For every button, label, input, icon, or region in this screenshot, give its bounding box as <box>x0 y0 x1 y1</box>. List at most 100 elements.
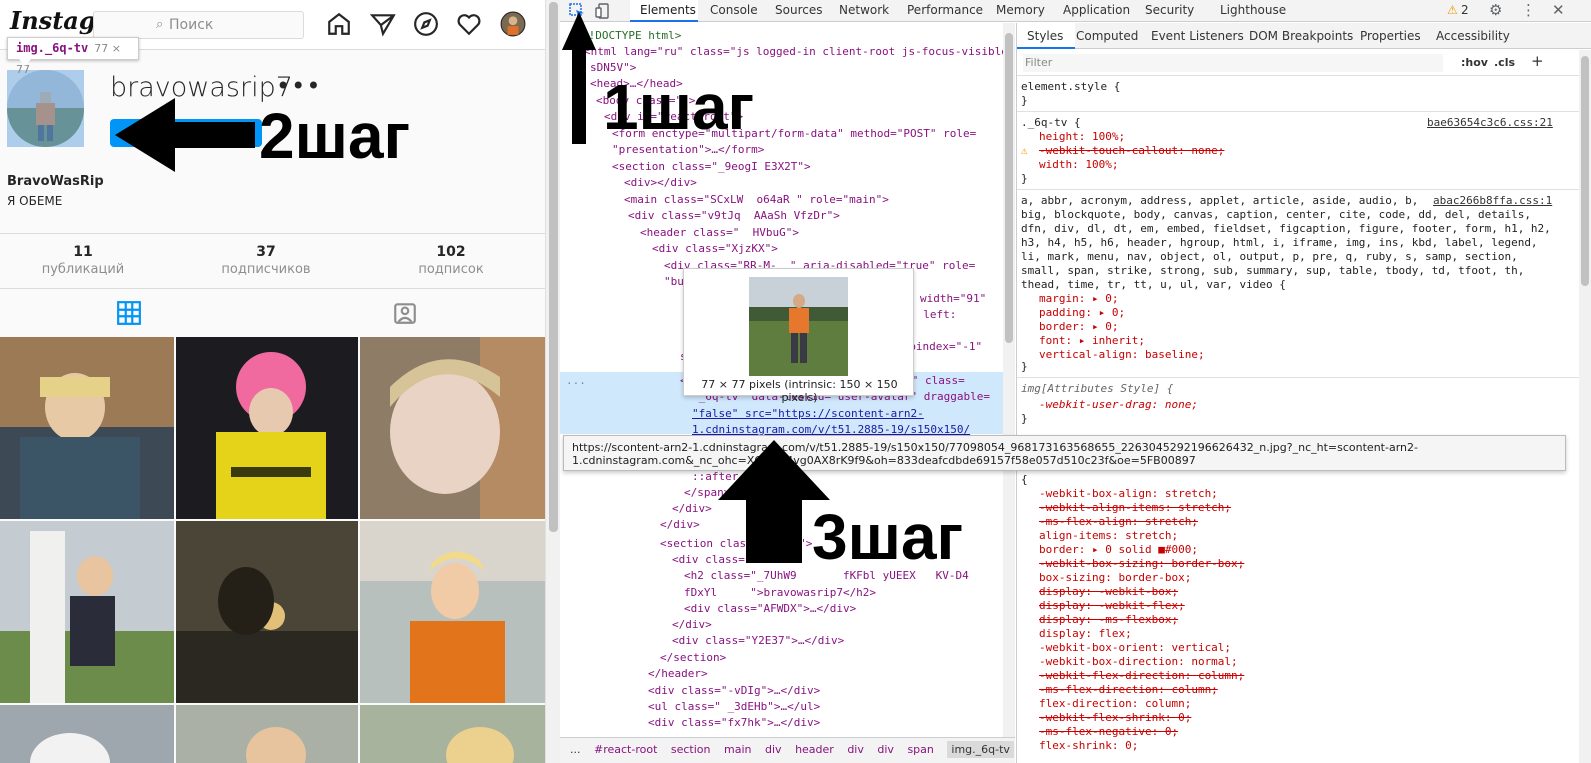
dom-scrollbar-thumb[interactable] <box>1005 33 1013 343</box>
dom-node-line[interactable]: </section> <box>660 650 726 666</box>
grid-icon[interactable] <box>116 300 142 326</box>
breadcrumb-item[interactable]: section <box>671 743 711 756</box>
options-button[interactable]: ••• <box>276 72 321 100</box>
rule-inherited-open[interactable]: { <box>1021 473 1028 487</box>
dom-node-line[interactable]: </header> <box>648 666 708 682</box>
warning-icon[interactable]: ⚠ <box>1447 3 1458 17</box>
css-prop[interactable]: flex-direction: column; <box>1039 697 1191 711</box>
post-thumbnail-6[interactable] <box>360 521 545 703</box>
css-prop[interactable]: -webkit-flex-shrink: 0; <box>1039 711 1191 725</box>
styles-filter-input[interactable]: Filter <box>1023 54 1443 72</box>
tab-elements[interactable]: Elements <box>640 3 696 17</box>
css-prop[interactable]: padding: ▸ 0; <box>1039 306 1125 320</box>
tab-security[interactable]: Security <box>1145 3 1194 17</box>
dom-node-line[interactable]: ; left: <box>910 307 956 323</box>
css-prop-width[interactable]: width: 100%; <box>1039 158 1118 172</box>
dom-node-line[interactable]: fDxYl ">bravowasrip7</h2> <box>684 585 876 601</box>
tab-network[interactable]: Network <box>839 3 889 17</box>
post-thumbnail-8[interactable] <box>176 705 358 763</box>
tab-event-listeners[interactable]: Event Listeners <box>1151 29 1244 43</box>
css-prop[interactable]: display: -ms-flexbox; <box>1039 613 1178 627</box>
post-thumbnail-2[interactable] <box>176 337 358 519</box>
dom-node-line[interactable]: <main class="SCxLW o64aR " role="main"> <box>624 192 889 208</box>
post-thumbnail-9[interactable] <box>360 705 545 763</box>
breadcrumb-item[interactable]: span <box>907 743 933 756</box>
dom-node-line[interactable]: <section class="_9eogI E3X2T"> <box>612 159 811 175</box>
home-icon[interactable] <box>326 11 352 37</box>
css-prop[interactable]: display: -webkit-flex; <box>1039 599 1185 613</box>
rule-source-link[interactable]: abac266b8ffa.css:1 <box>1433 194 1552 208</box>
node-ellipsis[interactable]: ... <box>566 373 586 389</box>
tab-performance[interactable]: Performance <box>907 3 983 17</box>
settings-gear-icon[interactable]: ⚙ <box>1489 1 1502 19</box>
breadcrumb-current[interactable]: img._6q-tv <box>947 741 1014 758</box>
dom-node-line[interactable]: width="91" <box>920 291 986 307</box>
tagged-icon[interactable] <box>392 300 418 326</box>
stat-followers[interactable]: 37 подписчиков <box>196 244 336 277</box>
tab-computed[interactable]: Computed <box>1076 29 1138 43</box>
activity-heart-icon[interactable] <box>456 11 482 37</box>
tab-memory[interactable]: Memory <box>996 3 1045 17</box>
dom-node-line[interactable]: </div> <box>672 501 712 517</box>
breadcrumb-item[interactable]: header <box>795 743 834 756</box>
search-input[interactable]: ⌕ Поиск <box>93 11 304 39</box>
css-prop[interactable]: align-items: stretch; <box>1039 529 1178 543</box>
css-prop[interactable]: -webkit-box-orient: vertical; <box>1039 641 1231 655</box>
breadcrumb-item[interactable]: main <box>724 743 751 756</box>
dom-node-line[interactable]: </div> <box>660 517 700 533</box>
css-prop[interactable]: -ms-flex-align: stretch; <box>1039 515 1198 529</box>
dom-node-line[interactable]: <div class="fx7hk">…</div> <box>648 715 820 731</box>
tab-properties[interactable]: Properties <box>1360 29 1421 43</box>
dom-node-line[interactable]: <div class="Y2E37">…</div> <box>672 633 844 649</box>
css-prop[interactable]: -webkit-box-direction: normal; <box>1039 655 1238 669</box>
css-prop[interactable]: margin: ▸ 0; <box>1039 292 1118 306</box>
dom-node-line[interactable]: <header class=" HVbuG"> <box>640 225 799 241</box>
post-thumbnail-5[interactable] <box>176 521 358 703</box>
dom-scrollbar[interactable] <box>1003 23 1015 737</box>
css-prop[interactable]: -webkit-box-sizing: border-box; <box>1039 557 1244 571</box>
hov-toggle[interactable]: :hov <box>1461 56 1488 69</box>
kebab-menu-icon[interactable]: ⋮ <box>1521 1 1536 19</box>
dom-node-line[interactable]: <ul class=" _3dEHb">…</ul> <box>648 699 820 715</box>
close-icon[interactable]: ✕ <box>1552 1 1565 19</box>
css-prop[interactable]: display: flex; <box>1039 627 1132 641</box>
styles-scrollbar[interactable] <box>1579 50 1591 763</box>
styles-scrollbar-thumb[interactable] <box>1581 56 1589 286</box>
css-prop[interactable]: -ms-flex-negative: 0; <box>1039 725 1178 739</box>
breadcrumb-item[interactable]: #react-root <box>594 743 657 756</box>
breadcrumb-item[interactable]: div <box>877 743 894 756</box>
css-prop-touch-callout[interactable]: -webkit-touch-callout: none; <box>1039 144 1224 158</box>
css-prop[interactable]: font: ▸ inherit; <box>1039 334 1145 348</box>
dom-node-line[interactable]: <div class="v9tJq AAaSh VfzDr"> <box>628 208 840 224</box>
rule-source-link[interactable]: bae63654c3c6.css:21 <box>1427 116 1553 130</box>
css-prop-user-drag[interactable]: -webkit-user-drag: none; <box>1039 398 1198 412</box>
profile-avatar-icon[interactable] <box>500 11 526 37</box>
rule-6q-tv-selector[interactable]: ._6q-tv { <box>1021 116 1081 130</box>
tab-application[interactable]: Application <box>1063 3 1130 17</box>
tab-sources[interactable]: Sources <box>775 3 822 17</box>
rule-attributes-style[interactable]: img[Attributes Style] { <box>1021 382 1173 396</box>
dom-node-line[interactable]: "presentation">…</form> <box>612 142 764 158</box>
page-scrollbar-thumb[interactable] <box>549 2 558 532</box>
css-prop[interactable]: border: ▸ 0; <box>1039 320 1118 334</box>
css-prop-height[interactable]: height: 100%; <box>1039 130 1125 144</box>
dom-node-line[interactable]: "false" src="https://scontent-arn2- <box>692 406 924 422</box>
css-prop[interactable]: -webkit-flex-direction: column; <box>1039 669 1244 683</box>
css-prop[interactable]: -webkit-align-items: stretch; <box>1039 501 1231 515</box>
cls-toggle[interactable]: .cls <box>1494 56 1515 69</box>
page-scrollbar[interactable] <box>545 0 560 763</box>
explore-icon[interactable] <box>413 11 439 37</box>
dom-node-line[interactable]: </div> <box>672 617 712 633</box>
rule-element-style[interactable]: element.style { <box>1021 80 1120 94</box>
dom-node-line[interactable]: <div class="AFWDX">…</div> <box>684 601 856 617</box>
stat-following[interactable]: 102 подписок <box>381 244 521 277</box>
dom-node-line[interactable]: <div class="XjzKX"> <box>652 241 778 257</box>
css-prop[interactable]: border: ▸ 0 solid ■#000; <box>1039 543 1198 557</box>
post-thumbnail-7[interactable] <box>0 705 174 763</box>
tab-lighthouse[interactable]: Lighthouse <box>1220 3 1286 17</box>
post-thumbnail-3[interactable] <box>360 337 545 519</box>
css-prop[interactable]: flex-shrink: 0; <box>1039 739 1138 753</box>
css-prop[interactable]: -webkit-box-align: stretch; <box>1039 487 1218 501</box>
dom-node-line[interactable]: <div class="-vDIg">…</div> <box>648 683 820 699</box>
tab-accessibility[interactable]: Accessibility <box>1436 29 1510 43</box>
